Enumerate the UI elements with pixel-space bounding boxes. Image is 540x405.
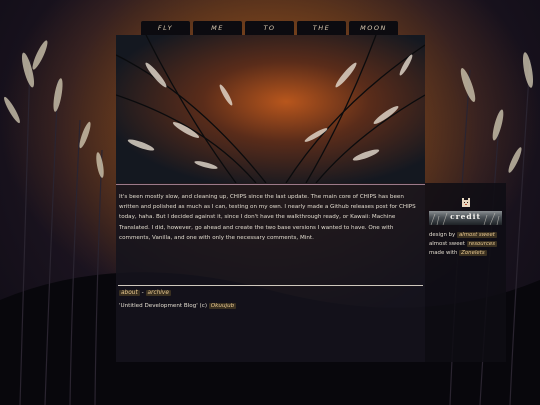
resources-link[interactable]: resources — [466, 241, 498, 247]
footer-copyright: 'Untitled Development Blog' (c) — [119, 303, 207, 309]
post-divider — [118, 285, 423, 286]
banner-divider — [116, 184, 425, 185]
credit-title: credit — [450, 212, 481, 221]
nav-tab-to[interactable]: TO — [245, 21, 294, 35]
main-content-panel: It's been mostly slow, and cleaning up, … — [116, 35, 425, 362]
post-body: It's been mostly slow, and cleaning up, … — [119, 194, 416, 241]
design-by-text: design by — [429, 232, 456, 238]
footer: 'Untitled Development Blog' (c) Okuujub — [119, 303, 237, 309]
header-banner-image — [116, 35, 425, 183]
pixel-cat-icon — [462, 198, 470, 207]
nav-tab-the[interactable]: THE — [297, 21, 346, 35]
top-nav: FLY ME TO THE MOON — [141, 21, 398, 35]
about-link[interactable]: about — [119, 290, 140, 296]
made-with-line: made with Zonelets — [429, 249, 505, 258]
footer-author-link[interactable]: Okuujub — [208, 303, 237, 309]
made-with-text: made with — [429, 250, 458, 256]
design-by-link[interactable]: almost sweet — [456, 232, 497, 238]
post-links: about - archive — [119, 290, 171, 296]
nav-tab-me[interactable]: ME — [193, 21, 242, 35]
credit-banner: credit — [429, 211, 502, 225]
nav-tab-moon[interactable]: MOON — [349, 21, 398, 35]
link-separator: - — [141, 290, 144, 296]
made-with-link[interactable]: Zonelets — [459, 250, 487, 256]
nav-tab-fly[interactable]: FLY — [141, 21, 190, 35]
design-credit-line: design by almost sweet — [429, 231, 505, 240]
archive-link[interactable]: archive — [145, 290, 171, 296]
resources-credit-line: almost sweet resources — [429, 240, 505, 249]
credit-lines: design by almost sweet almost sweet reso… — [429, 231, 505, 258]
resources-prefix: almost sweet — [429, 241, 465, 247]
sidebar: credit design by almost sweet almost swe… — [425, 183, 506, 362]
